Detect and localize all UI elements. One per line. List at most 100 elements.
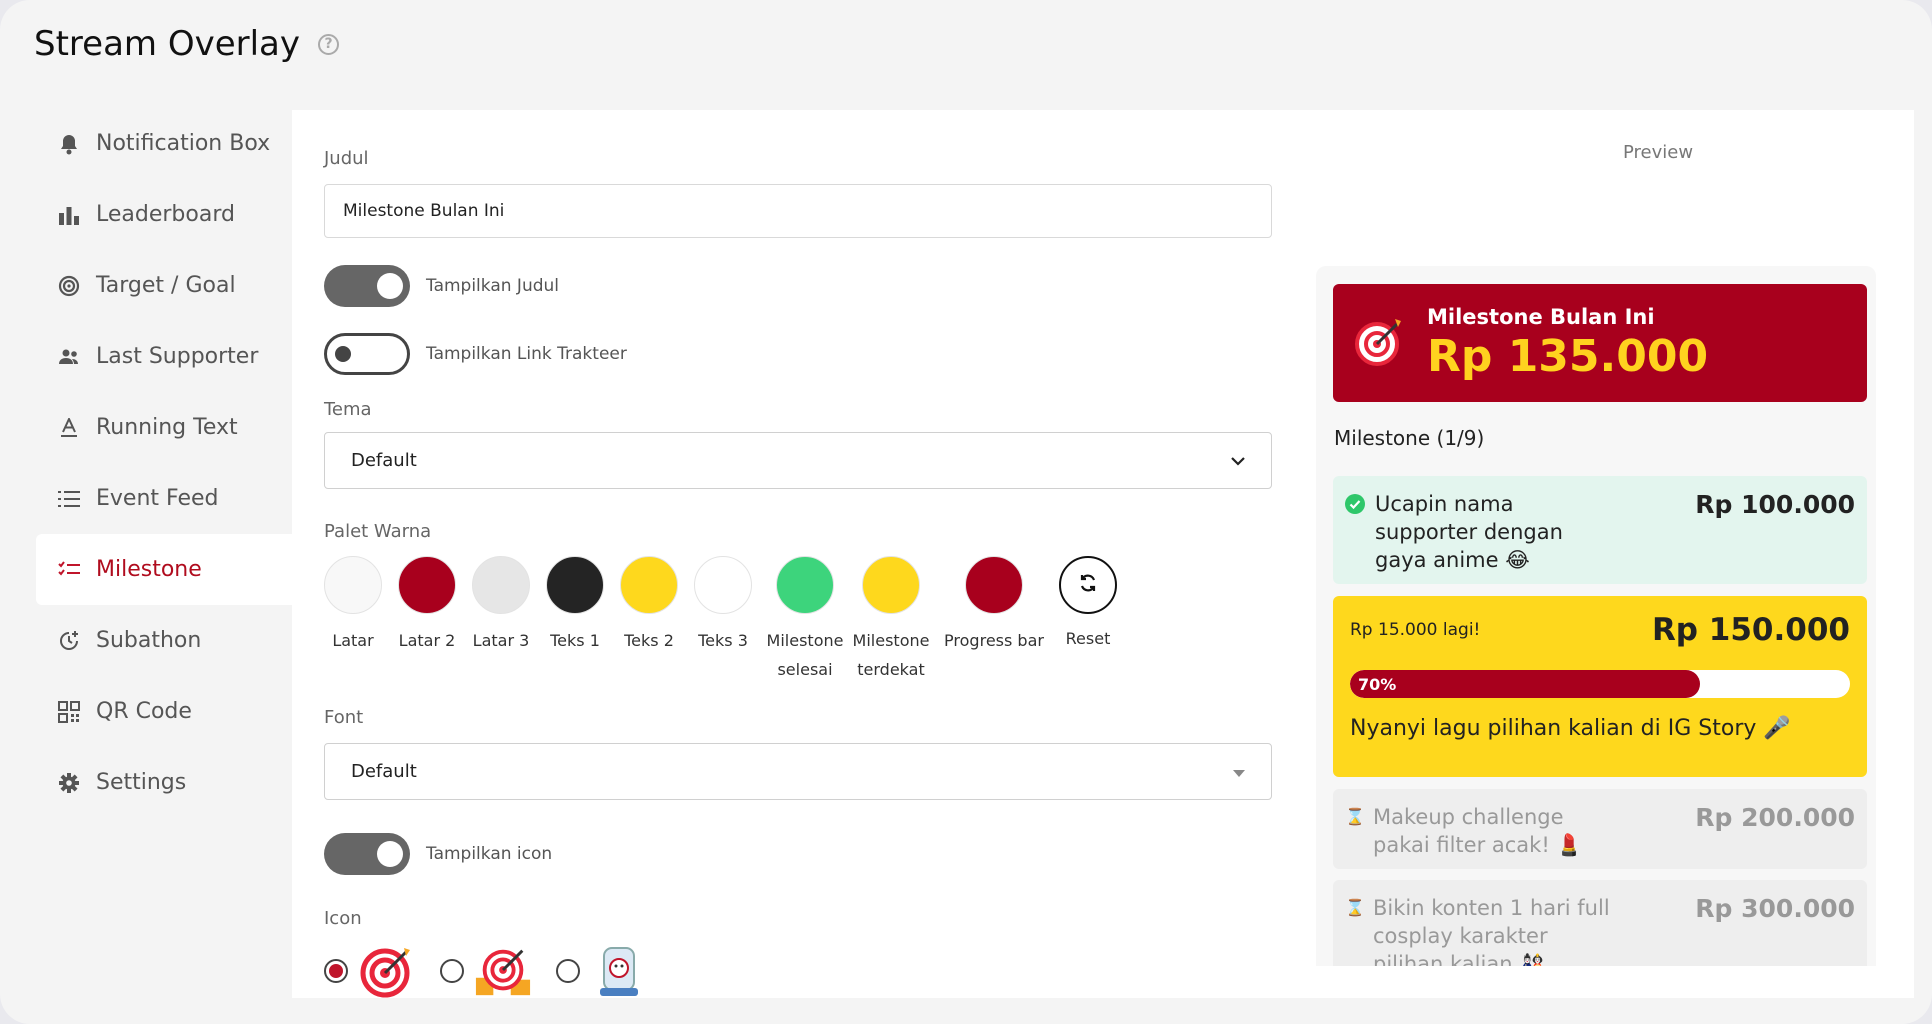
milestone-count: Milestone (1/9) bbox=[1334, 426, 1485, 450]
progress-fill: 70% bbox=[1350, 670, 1700, 698]
milestone-remaining: Rp 15.000 lagi! bbox=[1350, 620, 1481, 640]
judul-label: Judul bbox=[324, 148, 369, 169]
reset-palette: Reset bbox=[1058, 556, 1118, 684]
sidebar-item-running-text[interactable]: Running Text bbox=[36, 392, 296, 463]
tampilkan-icon-label: Tampilkan icon bbox=[426, 844, 553, 864]
sidebar-item-event-feed[interactable]: Event Feed bbox=[36, 463, 296, 534]
swatch-label: Latar 3 bbox=[472, 631, 530, 650]
swatch-milestone-selesai: Milestone selesai bbox=[767, 556, 843, 684]
tampilkan-link-toggle[interactable] bbox=[324, 333, 410, 375]
milestone-preview: Milestone Bulan Ini Rp 135.000 Milestone… bbox=[1316, 266, 1876, 966]
hourglass-icon: ⌛ bbox=[1345, 807, 1365, 826]
swatch-teks-3: Teks 3 bbox=[694, 556, 752, 684]
font-select[interactable]: Default bbox=[324, 743, 1272, 800]
sidebar-item-last-supporter[interactable]: Last Supporter bbox=[36, 321, 296, 392]
preview-header-text: Milestone Bulan Ini Rp 135.000 bbox=[1427, 305, 1708, 382]
refresh-icon bbox=[1077, 572, 1099, 598]
tema-select-value: Default bbox=[351, 450, 417, 471]
swatch-latar-3: Latar 3 bbox=[472, 556, 530, 684]
swatch-teks-2: Teks 2 bbox=[620, 556, 678, 684]
swatch-circle[interactable] bbox=[398, 556, 456, 614]
milestone-text: Nyanyi lagu pilihan kalian di IG Story 🎤 bbox=[1350, 716, 1791, 741]
help-icon[interactable]: ? bbox=[318, 33, 340, 55]
swatch-circle[interactable] bbox=[472, 556, 530, 614]
sidebar-item-leaderboard[interactable]: Leaderboard bbox=[36, 179, 296, 250]
judul-input[interactable] bbox=[324, 184, 1272, 238]
gear-icon bbox=[56, 772, 82, 794]
swatch-label: Teks 3 bbox=[698, 631, 748, 650]
icon-radio-3[interactable] bbox=[556, 959, 580, 983]
swatch-circle[interactable] bbox=[324, 556, 382, 614]
preview-title: Milestone Bulan Ini bbox=[1427, 304, 1655, 329]
icon-radio-2[interactable] bbox=[440, 959, 464, 983]
sidebar-item-label: Notification Box bbox=[96, 131, 271, 156]
swatch-label: Teks 1 bbox=[550, 631, 600, 650]
milestone-text: Makeup challenge pakai filter acak! 💄 bbox=[1373, 805, 1583, 857]
swatch-label: Milestone terdekat bbox=[852, 631, 930, 679]
swatch-label: Latar 2 bbox=[398, 631, 456, 650]
users-icon bbox=[56, 348, 82, 366]
progress-bar: 70% bbox=[1350, 670, 1850, 698]
sidebar-item-label: Settings bbox=[96, 770, 187, 795]
tampilkan-judul-toggle[interactable] bbox=[324, 265, 410, 307]
text-icon bbox=[56, 417, 82, 438]
sidebar-item-milestone[interactable]: Milestone bbox=[36, 534, 296, 605]
sidebar-item-notification-box[interactable]: Notification Box bbox=[36, 108, 296, 179]
swatch-label: Teks 2 bbox=[624, 631, 674, 650]
swatch-circle[interactable] bbox=[694, 556, 752, 614]
milestone-amount: Rp 200.000 bbox=[1695, 803, 1855, 832]
swatch-circle[interactable] bbox=[776, 556, 834, 614]
milestone-card-future: ⌛ Makeup challenge pakai filter acak! 💄 … bbox=[1333, 789, 1867, 869]
sidebar-item-label: QR Code bbox=[96, 699, 192, 724]
page-title-text: Stream Overlay bbox=[34, 24, 301, 64]
sidebar-item-label: Milestone bbox=[96, 557, 202, 582]
sidebar-item-target-goal[interactable]: Target / Goal bbox=[36, 250, 296, 321]
list-icon bbox=[56, 490, 82, 508]
tema-label: Tema bbox=[324, 399, 372, 420]
swatch-label: Latar bbox=[332, 631, 374, 650]
swatch-teks-1: Teks 1 bbox=[546, 556, 604, 684]
hourglass-icon: ⌛ bbox=[1345, 898, 1365, 917]
qr-code-icon bbox=[56, 700, 82, 723]
target-coins-icon bbox=[474, 944, 532, 998]
reset-button[interactable] bbox=[1059, 556, 1117, 614]
font-select-value: Default bbox=[351, 761, 417, 782]
tampilkan-icon-toggle[interactable] bbox=[324, 833, 410, 875]
swatch-circle[interactable] bbox=[862, 556, 920, 614]
app-window: Stream Overlay ? Notification Box Leader… bbox=[0, 0, 1932, 1024]
sidebar-item-label: Target / Goal bbox=[96, 273, 236, 298]
sidebar-item-label: Event Feed bbox=[96, 486, 219, 511]
swatch-circle[interactable] bbox=[965, 556, 1023, 614]
milestone-text: Bikin konten 1 hari full cosplay karakte… bbox=[1373, 896, 1610, 966]
sidebar-item-qr-code[interactable]: QR Code bbox=[36, 676, 296, 747]
icon-radio-1[interactable] bbox=[324, 959, 348, 983]
page-title: Stream Overlay ? bbox=[34, 24, 340, 64]
sidebar-item-settings[interactable]: Settings bbox=[36, 747, 296, 818]
swatch-circle[interactable] bbox=[620, 556, 678, 614]
preview-header: Milestone Bulan Ini Rp 135.000 bbox=[1333, 284, 1867, 402]
mascot-jar-icon bbox=[590, 944, 648, 998]
milestone-card-done: Ucapin nama supporter dengan gaya anime … bbox=[1333, 476, 1867, 584]
sidebar-item-label: Running Text bbox=[96, 415, 238, 440]
milestone-card-future: ⌛ Bikin konten 1 hari full cosplay karak… bbox=[1333, 880, 1867, 966]
toggle-judul-row: Tampilkan Judul bbox=[324, 265, 559, 307]
swatch-progress-bar: Progress bar bbox=[942, 556, 1046, 684]
tampilkan-judul-label: Tampilkan Judul bbox=[426, 276, 560, 296]
bar-chart-icon bbox=[56, 205, 82, 225]
tema-select[interactable]: Default bbox=[324, 432, 1272, 489]
swatch-label: Progress bar bbox=[944, 631, 1044, 650]
caret-down-icon bbox=[1233, 761, 1245, 782]
sidebar: Notification Box Leaderboard Target / Go… bbox=[36, 108, 296, 818]
check-circle-icon bbox=[1345, 494, 1365, 574]
swatch-circle[interactable] bbox=[546, 556, 604, 614]
target-icon bbox=[56, 275, 82, 297]
milestone-amount: Rp 150.000 bbox=[1651, 612, 1850, 648]
reset-label: Reset bbox=[1065, 629, 1111, 648]
settings-panel: Judul Tampilkan Judul Tampilkan Link Tra… bbox=[292, 110, 1914, 998]
color-palette: Latar Latar 2 Latar 3 Teks 1 Teks 2 Teks… bbox=[324, 556, 1134, 684]
preview-amount: Rp 135.000 bbox=[1427, 330, 1709, 382]
sidebar-item-label: Subathon bbox=[96, 628, 202, 653]
milestone-card-nearest: Rp 15.000 lagi! Rp 150.000 70% Nyanyi la… bbox=[1333, 596, 1867, 777]
sidebar-item-subathon[interactable]: Subathon bbox=[36, 605, 296, 676]
toggle-icon-row: Tampilkan icon bbox=[324, 833, 552, 875]
